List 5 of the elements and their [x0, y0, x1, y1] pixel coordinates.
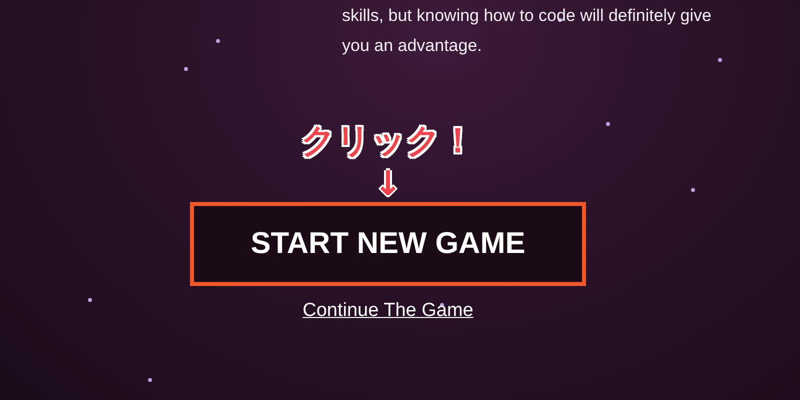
intro-paragraph: skills, but knowing how to code will definitely give you an advantage.	[342, 5, 712, 57]
start-game-button[interactable]: START NEW GAME	[190, 202, 586, 286]
down-arrow-icon: ↓	[374, 167, 402, 201]
continue-link[interactable]: Continue The Game	[302, 300, 474, 322]
click-annotation-text: クリック！	[301, 121, 475, 161]
